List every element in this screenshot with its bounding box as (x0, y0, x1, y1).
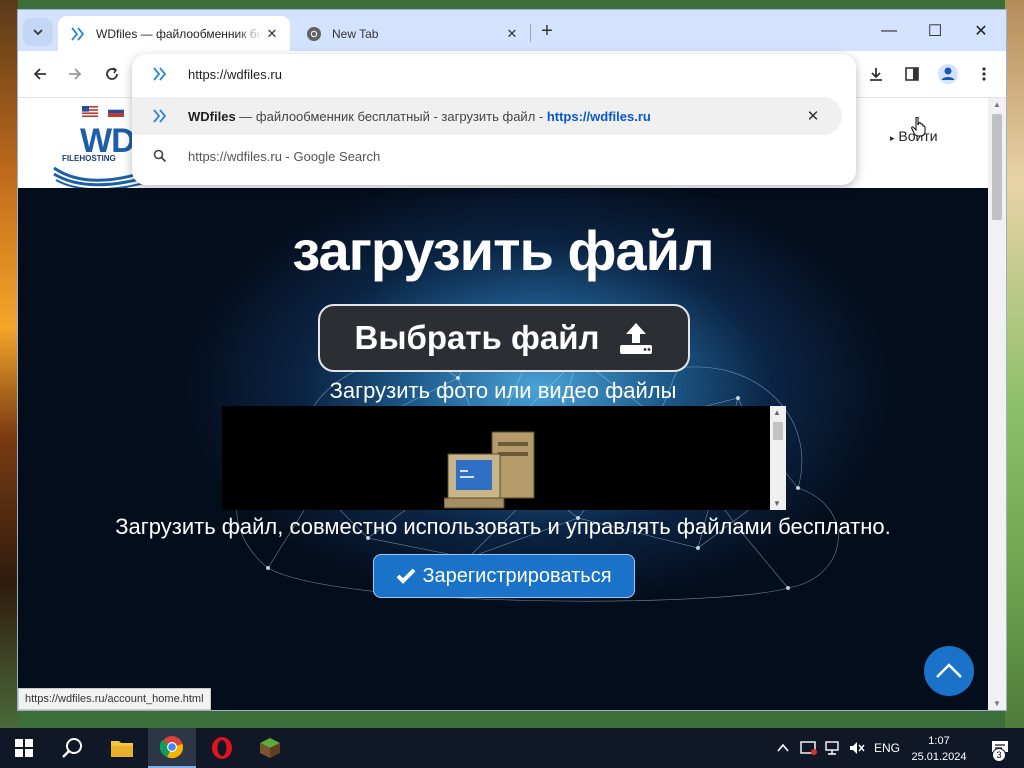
tab-separator (530, 24, 531, 42)
tab-close-icon[interactable]: ✕ (262, 24, 282, 44)
side-panel-button[interactable] (898, 60, 926, 88)
scroll-up-icon[interactable]: ▲ (773, 408, 781, 417)
maximize-button[interactable]: ☐ (912, 10, 958, 51)
upload-icon (619, 323, 652, 354)
tab-strip: WDfiles — файлообменник бе ✕ New Tab ✕ +… (18, 10, 1006, 51)
scroll-up-icon[interactable]: ▲ (993, 100, 1001, 109)
register-label: Зарегистрироваться (422, 564, 612, 587)
scroll-down-icon[interactable]: ▼ (773, 499, 781, 508)
suggestion-description: файлообменник бесплатный - загрузить фай… (255, 108, 547, 124)
notification-count-badge: 3 (992, 748, 1006, 762)
wdfiles-favicon-icon (132, 108, 188, 124)
chevron-up-icon (936, 663, 962, 678)
status-bar-url: https://wdfiles.ru/account_home.html (18, 688, 211, 710)
clock-time: 1:07 (928, 735, 950, 747)
chrome-favicon-icon (306, 26, 322, 42)
register-button[interactable]: Зарегистрироваться (373, 554, 635, 598)
tab-search-button[interactable] (23, 18, 53, 46)
reload-icon (106, 67, 118, 80)
taskbar-opera[interactable] (198, 728, 246, 768)
security-tray-icon[interactable] (800, 728, 818, 768)
reload-button[interactable] (98, 60, 126, 88)
chrome-logo-icon (160, 736, 183, 759)
hero-section: загрузить файл Выбрать файл Загрузить фо… (18, 188, 988, 710)
suggestion-wdfiles[interactable]: WDfiles — файлообменник бесплатный - заг… (132, 97, 842, 135)
frame-scrollbar[interactable]: ▲ ▼ (770, 406, 786, 510)
clock[interactable]: 1:07 25.01.2024 (904, 733, 974, 765)
close-window-button[interactable]: ✕ (958, 10, 1004, 51)
suggestion-query: https://wdfiles.ru (188, 148, 282, 164)
upload-hint: Загрузить фото или видео файлы (329, 378, 677, 403)
scroll-to-top-button[interactable] (924, 646, 974, 696)
remove-suggestion-icon[interactable]: ✕ (802, 105, 824, 127)
desktop-wallpaper-right (1005, 0, 1024, 728)
menu-button[interactable] (970, 60, 998, 88)
taskbar-file-explorer[interactable] (98, 728, 146, 768)
minecraft-block-icon (260, 738, 280, 758)
desktop-wallpaper-left (0, 0, 18, 728)
forward-button[interactable] (61, 60, 89, 88)
mouse-pointer-hand-icon (911, 117, 926, 137)
folder-icon (111, 741, 133, 757)
suggestion-google-search[interactable]: https://wdfiles.ru - Google Search (132, 138, 856, 174)
frame-scroll-thumb[interactable] (773, 422, 783, 440)
profile-button[interactable] (934, 60, 962, 88)
network-tray-icon[interactable] (824, 728, 842, 768)
tab-title: New Tab (332, 26, 379, 41)
embedded-frame[interactable]: ▲ ▼ (222, 406, 786, 510)
windows-logo-icon (15, 739, 33, 757)
page-scrollbar[interactable]: ▲ ▼ (988, 98, 1006, 710)
suggestion-url: https://wdfiles.ru (546, 108, 651, 124)
choose-file-label: Выбрать файл (354, 319, 600, 356)
omnibox-dropdown: https://wdfiles.ru WDfiles — файлообменн… (132, 54, 856, 185)
download-icon (870, 68, 882, 81)
scroll-down-icon[interactable]: ▼ (993, 699, 1001, 708)
taskbar: ENG 1:07 25.01.2024 (0, 728, 1024, 768)
page-scroll-thumb[interactable] (992, 114, 1002, 220)
search-icon (132, 149, 188, 163)
taskbar-minecraft[interactable] (246, 728, 294, 768)
chevron-down-icon (33, 29, 43, 36)
arrow-left-icon (33, 68, 46, 80)
hero-description: Загрузить файл, совместно использовать и… (115, 514, 891, 539)
computer-icon (444, 431, 535, 509)
opera-logo-icon (212, 737, 232, 759)
profile-avatar-icon (938, 64, 958, 84)
tab-new-tab[interactable]: New Tab ✕ (294, 16, 530, 51)
downloads-button[interactable] (862, 60, 890, 88)
ru-flag-icon[interactable] (108, 106, 124, 117)
us-flag-icon[interactable] (82, 106, 98, 117)
tab-wdfiles[interactable]: WDfiles — файлообменник бе ✕ (58, 16, 290, 51)
suggestion-dash: — (235, 108, 256, 124)
tray-overflow-icon[interactable] (776, 728, 790, 768)
kebab-menu-icon (982, 67, 986, 81)
search-icon (62, 738, 82, 758)
checkmark-icon (397, 568, 416, 584)
address-bar[interactable]: https://wdfiles.ru (132, 54, 856, 94)
browser-window: WDfiles — файлообменник бе ✕ New Tab ✕ +… (18, 10, 1006, 710)
choose-file-button[interactable]: Выбрать файл (318, 304, 690, 372)
taskbar-search-button[interactable] (48, 728, 96, 768)
new-tab-button[interactable]: + (536, 20, 558, 42)
suggestion-engine: - Google Search (281, 148, 381, 164)
suggestion-title: WDfiles (188, 108, 236, 124)
wdfiles-favicon-icon (132, 66, 188, 82)
arrow-right-icon (69, 68, 82, 80)
language-indicator[interactable]: ENG (874, 728, 900, 768)
side-panel-icon (905, 67, 919, 81)
minimize-button[interactable]: — (866, 10, 912, 51)
volume-muted-icon[interactable] (848, 728, 866, 768)
taskbar-chrome[interactable] (148, 728, 196, 768)
clock-date: 25.01.2024 (911, 751, 967, 763)
address-input-text[interactable]: https://wdfiles.ru (188, 67, 282, 82)
tab-title: WDfiles — файлообменник бе (96, 26, 262, 41)
page-content: WD FILEHOSTING ▸ Войти (18, 98, 988, 710)
hero-title: загрузить файл (292, 219, 714, 282)
tab-close-icon[interactable]: ✕ (502, 24, 522, 44)
wdfiles-favicon-icon (70, 26, 86, 42)
back-button[interactable] (26, 60, 54, 88)
start-button[interactable] (0, 728, 48, 768)
chevron-right-icon: ▸ (890, 133, 895, 143)
